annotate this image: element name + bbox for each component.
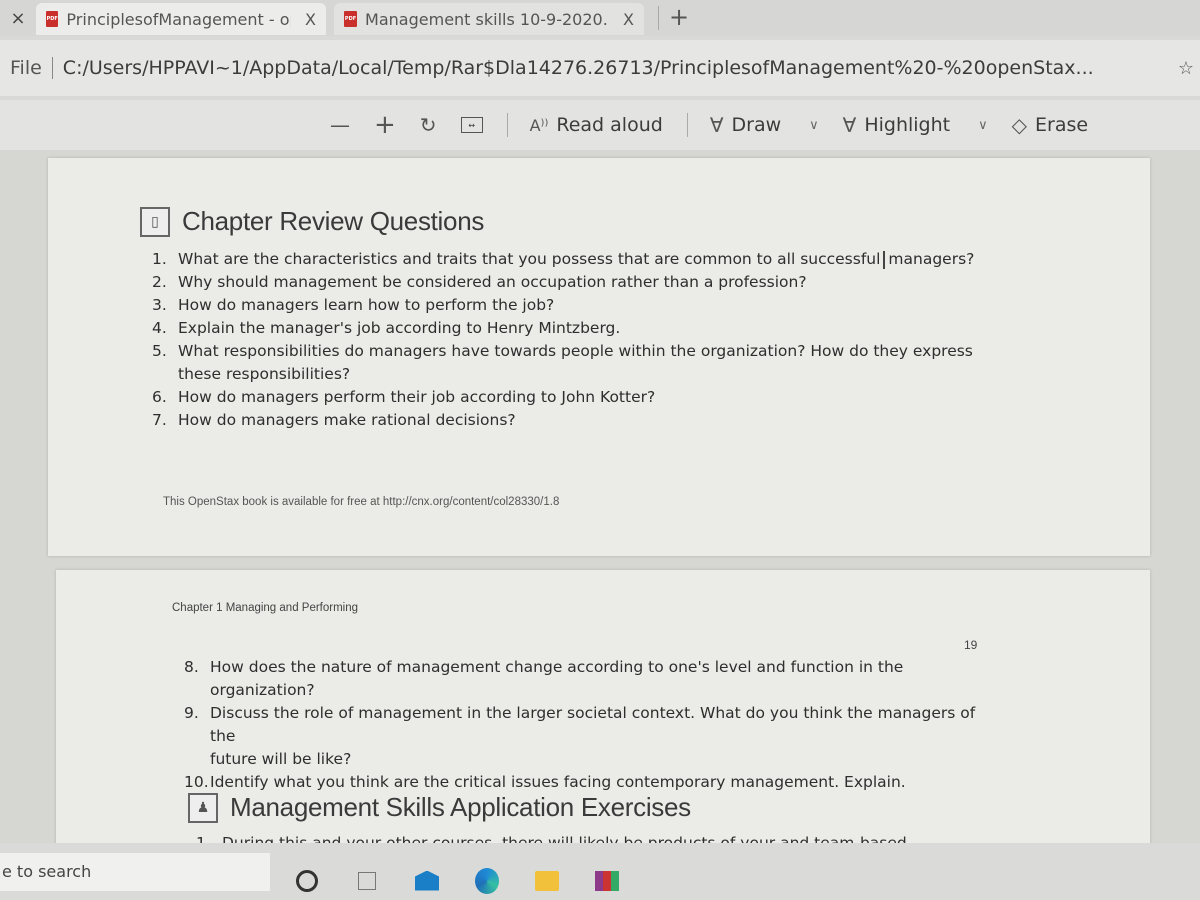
list-item: 6. How do managers perform their job acc…: [152, 388, 656, 406]
highlight-button[interactable]: ∀ Highlight ∨: [843, 113, 988, 137]
list-item: 5. What responsibilities do managers hav…: [152, 342, 973, 383]
taskbar: e to search: [0, 843, 1200, 900]
tab-management-skills[interactable]: PDF Management skills 10-9-2020.pc X: [334, 3, 644, 35]
new-tab-button[interactable]: +: [658, 5, 689, 30]
pdf-viewport[interactable]: ▯ Chapter Review Questions 1. What are t…: [0, 150, 1200, 850]
section-heading: ♟ Management Skills Application Exercise…: [188, 792, 691, 823]
list-item: 2. Why should management be considered a…: [152, 273, 807, 291]
text-cursor-icon: [883, 250, 886, 269]
url-text[interactable]: C:/Users/HPPAVI~1/AppData/Local/Temp/Rar…: [63, 57, 1094, 79]
erase-button[interactable]: ◇ Erase: [1012, 113, 1088, 137]
read-aloud-button[interactable]: A⁾⁾ Read aloud: [530, 114, 663, 136]
list-item: 7. How do managers make rational decisio…: [152, 411, 516, 429]
eraser-icon: ◇: [1011, 113, 1028, 137]
task-view-icon[interactable]: [355, 869, 379, 893]
search-placeholder: e to search: [2, 862, 92, 881]
list-item: 9. Discuss the role of management in the…: [184, 704, 976, 768]
read-aloud-icon: A⁾⁾: [529, 115, 549, 135]
draw-button[interactable]: ∀ Draw ∨: [710, 113, 819, 137]
taskbar-apps: [295, 867, 619, 894]
taskbar-search-input[interactable]: e to search: [0, 852, 270, 891]
tab-title: PrinciplesofManagement - open: [66, 9, 291, 29]
draw-label: Draw: [731, 114, 782, 136]
section-title: Chapter Review Questions: [182, 206, 485, 236]
pdf-page: Chapter 1 Managing and Performing 19 8. …: [56, 570, 1150, 850]
section-title: Management Skills Application Exercises: [230, 792, 691, 822]
edge-icon[interactable]: [475, 867, 499, 894]
pdf-icon: PDF: [344, 11, 358, 27]
cortana-icon[interactable]: [295, 869, 319, 893]
toolbar-divider: [506, 113, 508, 137]
minus-icon: —: [330, 113, 350, 137]
list-item: 4. Explain the manager's job according t…: [152, 319, 621, 337]
person-icon: ♟: [188, 792, 218, 823]
pdf-page: ▯ Chapter Review Questions 1. What are t…: [48, 158, 1150, 556]
plus-icon: +: [374, 110, 396, 140]
pen-icon: ∀: [709, 113, 724, 137]
erase-label: Erase: [1035, 114, 1089, 136]
list-item: 8. How does the nature of management cha…: [184, 658, 904, 699]
winrar-icon[interactable]: [595, 869, 619, 893]
fit-page-button[interactable]: ↔: [460, 117, 483, 133]
tab-title: Management skills 10-9-2020.pc: [365, 9, 610, 29]
page-footer: This OpenStax book is available for free…: [163, 496, 560, 508]
pdf-toolbar: — + ↻ ↔ A⁾⁾ Read aloud ∀ Draw ∨ ∀ Highli…: [0, 100, 1200, 150]
address-bar[interactable]: File C:/Users/HPPAVI~1/AppData/Local/Tem…: [0, 40, 1200, 96]
tab-principles-of-management[interactable]: PDF PrinciplesofManagement - open X: [36, 3, 326, 35]
mail-icon[interactable]: [415, 869, 439, 893]
chevron-down-icon[interactable]: ∨: [978, 118, 988, 133]
review-questions-list: 8. How does the nature of management cha…: [184, 656, 984, 794]
favorite-star-icon[interactable]: ☆: [1178, 58, 1194, 79]
tab-close-button[interactable]: X: [623, 10, 634, 29]
running-head: Chapter 1 Managing and Performing: [172, 602, 359, 614]
tab-strip: × PDF PrinciplesofManagement - open X PD…: [0, 0, 1200, 36]
pdf-icon: PDF: [46, 11, 59, 27]
chevron-down-icon[interactable]: ∨: [809, 118, 819, 133]
file-explorer-icon[interactable]: [535, 869, 559, 893]
divider: [51, 57, 53, 79]
close-icon[interactable]: ×: [0, 0, 36, 36]
fit-page-icon: ↔: [460, 117, 483, 133]
clipboard-icon: ▯: [140, 206, 170, 237]
review-questions-list: 1. What are the characteristics and trai…: [152, 248, 1032, 432]
toolbar-divider: [686, 113, 688, 137]
highlight-label: Highlight: [864, 114, 951, 136]
zoom-out-button[interactable]: —: [330, 113, 350, 137]
zoom-in-button[interactable]: +: [374, 110, 396, 140]
rotate-icon: ↻: [419, 113, 437, 137]
tab-close-button[interactable]: X: [305, 10, 316, 29]
list-item: 10. Identify what you think are the crit…: [184, 773, 906, 791]
list-item: 1. What are the characteristics and trai…: [152, 250, 975, 269]
list-item: 3. How do managers learn how to perform …: [152, 296, 555, 314]
highlighter-icon: ∀: [842, 113, 857, 137]
file-scheme-label: File: [10, 57, 42, 79]
read-aloud-label: Read aloud: [556, 114, 663, 136]
page-number: 19: [964, 638, 978, 652]
rotate-button[interactable]: ↻: [420, 113, 437, 137]
section-heading: ▯ Chapter Review Questions: [140, 206, 484, 237]
